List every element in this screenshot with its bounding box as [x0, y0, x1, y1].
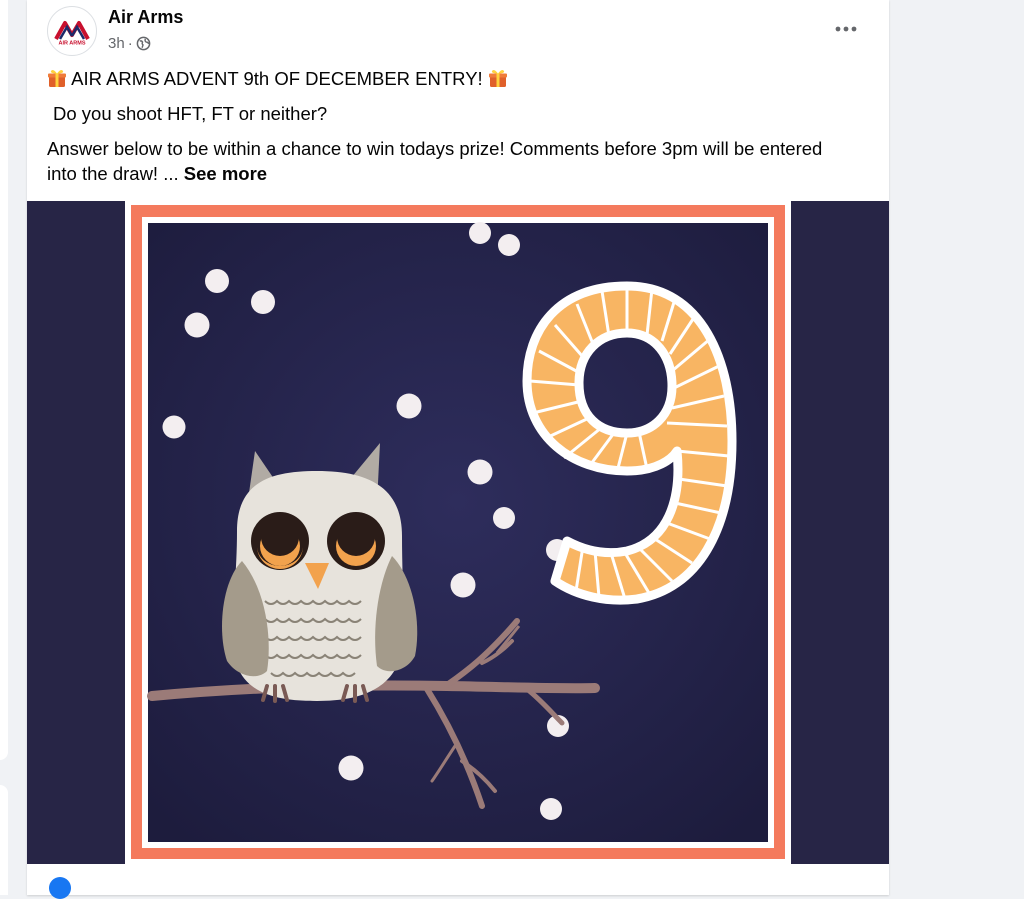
post-meta: 3h · [108, 33, 151, 53]
gift-icon [488, 68, 508, 94]
post-text-line-4: into the draw! ... See more [47, 162, 267, 186]
more-options-button[interactable] [826, 12, 866, 46]
post-text-truncated: into the draw! ... [47, 163, 179, 184]
see-more-link[interactable]: See more [184, 163, 267, 184]
left-card-edge [0, 0, 8, 760]
logo-text: AIR ARMS [59, 41, 86, 47]
feed-post: AIR ARMS Air Arms 3h · AIR ARMS ADVENT 9… [27, 0, 889, 899]
timestamp[interactable]: 3h [108, 35, 125, 52]
ellipsis-icon [835, 26, 857, 32]
post-text-line-1: AIR ARMS ADVENT 9th OF DECEMBER ENTRY! [47, 67, 508, 94]
post-image[interactable] [27, 201, 889, 864]
post-question: Do you shoot HFT, FT or neither? [53, 103, 328, 124]
post-headline: AIR ARMS ADVENT 9th OF DECEMBER ENTRY! [71, 68, 483, 89]
left-card-edge-lower [0, 785, 8, 895]
right-column [889, 0, 1024, 883]
advent-owl-illustration [27, 201, 889, 864]
gift-icon [47, 68, 67, 94]
air-arms-logo: AIR ARMS [49, 8, 95, 54]
left-column-edge [0, 0, 10, 895]
author-name[interactable]: Air Arms [108, 7, 183, 28]
meta-separator: · [127, 34, 133, 52]
reaction-icon [49, 877, 71, 899]
globe-icon[interactable] [136, 36, 151, 51]
post-text-line-3: Answer below to be within a chance to wi… [47, 138, 823, 159]
page-avatar[interactable]: AIR ARMS [47, 6, 97, 56]
